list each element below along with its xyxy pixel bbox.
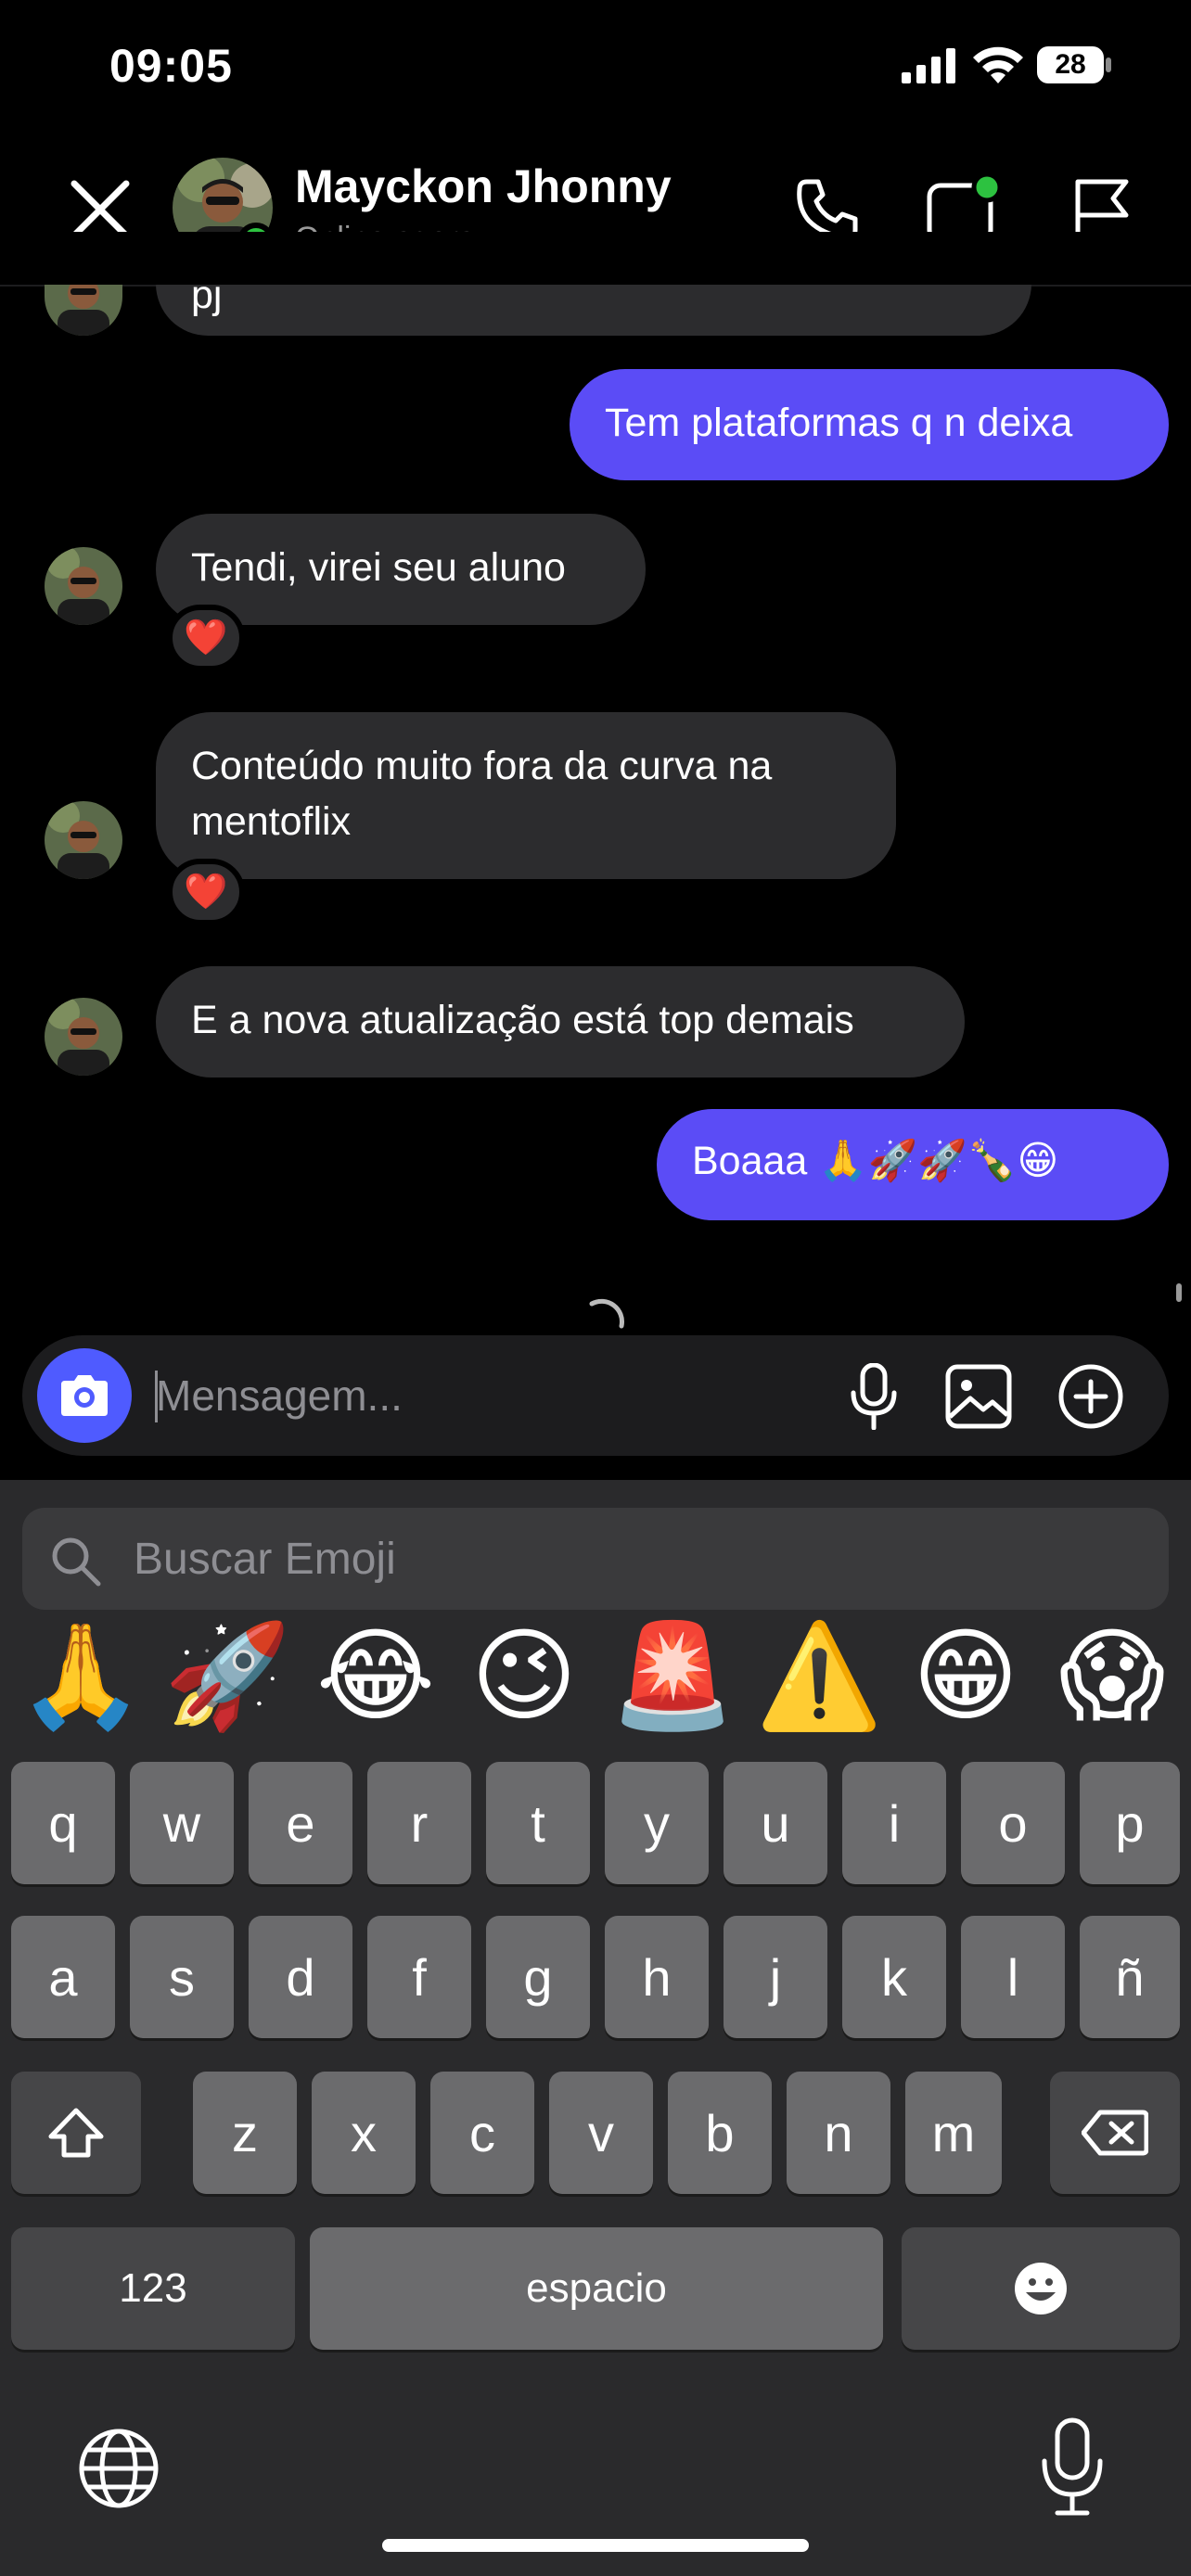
backspace-icon	[1082, 2110, 1148, 2156]
sender-avatar[interactable]	[45, 547, 122, 625]
emoji-face-icon	[1015, 2263, 1067, 2315]
key-u[interactable]: u	[724, 1762, 827, 1884]
key-w[interactable]: w	[130, 1762, 234, 1884]
key-e[interactable]: e	[249, 1762, 352, 1884]
text-caret	[155, 1371, 158, 1422]
wifi-icon	[973, 46, 1023, 83]
key-z[interactable]: z	[193, 2072, 297, 2194]
image-icon[interactable]	[944, 1363, 1013, 1430]
message-text: Tendi, virei seu aluno	[191, 545, 566, 590]
dictation-microphone-icon[interactable]	[1039, 2417, 1106, 2519]
home-indicator[interactable]	[382, 2539, 809, 2552]
key-q[interactable]: q	[11, 1762, 115, 1884]
key-i[interactable]: i	[842, 1762, 946, 1884]
message-text: Conteúdo muito fora da curva na mentofli…	[191, 744, 773, 844]
globe-icon[interactable]	[74, 2424, 163, 2513]
shift-key[interactable]	[11, 2072, 141, 2194]
battery-level: 28	[1037, 46, 1104, 83]
recent-emoji[interactable]: 😁	[896, 1621, 1035, 1732]
key-f[interactable]: f	[367, 1916, 471, 2038]
backspace-key[interactable]	[1050, 2072, 1180, 2194]
message-bubble-incoming[interactable]: Tendi, virei seu aluno	[156, 514, 646, 625]
key-g[interactable]: g	[486, 1916, 590, 2038]
message-bubble-incoming[interactable]: Conteúdo muito fora da curva na mentofli…	[156, 712, 896, 879]
battery-icon: 28	[1037, 46, 1113, 83]
key-o[interactable]: o	[961, 1762, 1065, 1884]
camera-button[interactable]	[37, 1348, 132, 1443]
key-h[interactable]: h	[605, 1916, 709, 2038]
recent-emoji[interactable]: 😂	[306, 1621, 445, 1732]
key-b[interactable]: b	[668, 2072, 772, 2194]
emoji-search-placeholder: Buscar Emoji	[134, 1535, 396, 1584]
key-n-tilde[interactable]: ñ	[1080, 1916, 1180, 2038]
camera-icon	[61, 1375, 108, 1416]
recent-emoji[interactable]: 🚀	[158, 1621, 297, 1732]
sender-avatar[interactable]	[45, 998, 122, 1076]
cellular-signal-icon	[902, 48, 955, 83]
message-text: Tem plataformas q n deixa	[605, 401, 1073, 445]
sender-avatar[interactable]	[45, 801, 122, 879]
key-k[interactable]: k	[842, 1916, 946, 2038]
plus-circle-icon[interactable]	[1057, 1363, 1124, 1430]
key-t[interactable]: t	[486, 1762, 590, 1884]
numbers-key[interactable]: 123	[11, 2227, 295, 2350]
shift-icon	[48, 2108, 104, 2158]
key-p[interactable]: p	[1080, 1762, 1180, 1884]
key-d[interactable]: d	[249, 1916, 352, 2038]
heart-reaction[interactable]: ❤️	[167, 859, 245, 925]
emoji-key[interactable]	[902, 2227, 1180, 2350]
key-r[interactable]: r	[367, 1762, 471, 1884]
contact-name[interactable]: Mayckon Jhonny	[295, 159, 672, 213]
scroll-indicator[interactable]	[1176, 1283, 1182, 1302]
recent-emoji[interactable]: ⚠️	[749, 1621, 889, 1732]
key-a[interactable]: a	[11, 1916, 115, 2038]
microphone-icon[interactable]	[846, 1363, 902, 1430]
key-l[interactable]: l	[961, 1916, 1065, 2038]
message-bubble-outgoing[interactable]: Boaaa 🙏🚀🚀🍾😁	[657, 1109, 1169, 1220]
space-key[interactable]: espacio	[310, 2227, 883, 2350]
recent-emoji[interactable]: 😉	[455, 1621, 594, 1732]
recent-emoji[interactable]: 🙏	[11, 1621, 150, 1732]
key-y[interactable]: y	[605, 1762, 709, 1884]
recent-emoji[interactable]: 😱	[1043, 1621, 1182, 1732]
message-bubble-outgoing[interactable]: Tem plataformas q n deixa	[570, 369, 1169, 480]
loading-spinner	[589, 1298, 624, 1329]
message-input[interactable]	[156, 1363, 824, 1428]
header-backdrop	[0, 232, 1191, 285]
key-s[interactable]: s	[130, 1916, 234, 2038]
key-v[interactable]: v	[549, 2072, 653, 2194]
status-time: 09:05	[109, 40, 233, 92]
recent-emoji[interactable]: 🚨	[603, 1621, 742, 1732]
key-n[interactable]: n	[787, 2072, 890, 2194]
heart-reaction[interactable]: ❤️	[167, 605, 245, 671]
message-text: Boaaa 🙏🚀🚀🍾😁	[692, 1139, 1059, 1183]
key-x[interactable]: x	[312, 2072, 416, 2194]
message-text: E a nova atualização está top demais	[191, 998, 854, 1042]
search-icon	[52, 1537, 101, 1587]
key-j[interactable]: j	[724, 1916, 827, 2038]
key-m[interactable]: m	[905, 2072, 1002, 2194]
message-bubble-incoming[interactable]: E a nova atualização está top demais	[156, 966, 965, 1078]
key-c[interactable]: c	[430, 2072, 534, 2194]
